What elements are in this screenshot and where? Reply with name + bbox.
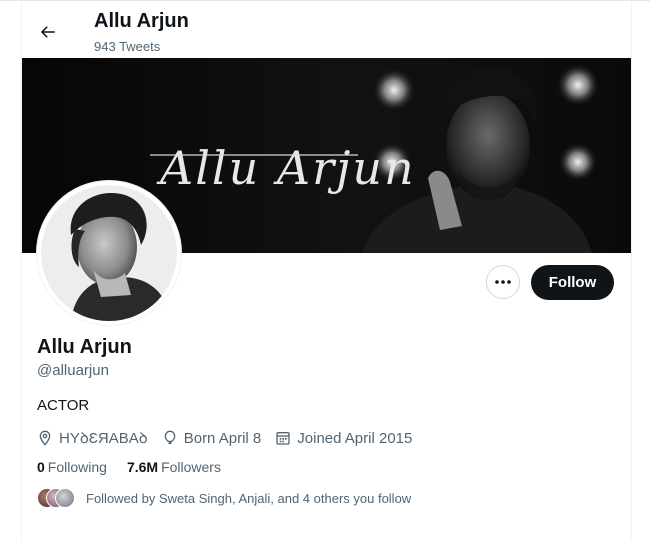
arrow-left-icon (40, 26, 55, 38)
follow-button[interactable]: Follow (531, 265, 614, 300)
more-options-button[interactable] (486, 265, 520, 299)
followers-label: Followers (161, 459, 221, 475)
birthday-item: Born April 8 (162, 429, 262, 447)
column-border-right (631, 0, 632, 540)
back-button[interactable] (32, 16, 64, 48)
location-item: HYꝺƐЯABAꝺ (37, 428, 148, 448)
follow-stats: 0 Following 7.6M Followers (37, 459, 241, 475)
balloon-icon (164, 430, 176, 444)
profile-avatar[interactable] (37, 181, 181, 325)
profile-bio: ACTOR (37, 397, 90, 414)
followed-by-text: Followed by Sweta Singh, Anjali, and 4 o… (86, 490, 412, 506)
profile-name: Allu Arjun (37, 336, 132, 358)
tweet-count: 943 Tweets (94, 39, 161, 54)
following-link[interactable]: 0 Following (37, 459, 107, 475)
followers-count: 7.6M (126, 459, 159, 475)
followed-by-link[interactable]: Followed by Sweta Singh, Anjali, and 4 o… (37, 488, 411, 508)
calendar-icon (276, 432, 290, 445)
avatar-photo (41, 185, 177, 321)
joined-text: Joined April 2015 (297, 429, 413, 447)
birthday-text: Born April 8 (183, 429, 262, 447)
profile-header: Allu Arjun 943 Tweets (22, 0, 631, 58)
followers-link[interactable]: 7.6M Followers (127, 459, 221, 475)
mutual-avatar (55, 488, 75, 508)
mutual-avatars (37, 488, 75, 508)
following-count: 0 (37, 459, 45, 475)
header-title: Allu Arjun (94, 10, 189, 32)
profile-meta: HYꝺƐЯABAꝺ Born April 8 Joined April 2015 (37, 428, 426, 448)
joined-item: Joined April 2015 (275, 430, 412, 447)
profile-handle: @alluarjun (37, 362, 109, 379)
following-label: Following (47, 459, 107, 475)
ellipsis-icon (495, 280, 511, 284)
banner-script-text: Allu Arjun (156, 141, 416, 195)
location-pin-icon (39, 430, 51, 446)
location-text: HYꝺƐЯABAꝺ (59, 430, 148, 447)
